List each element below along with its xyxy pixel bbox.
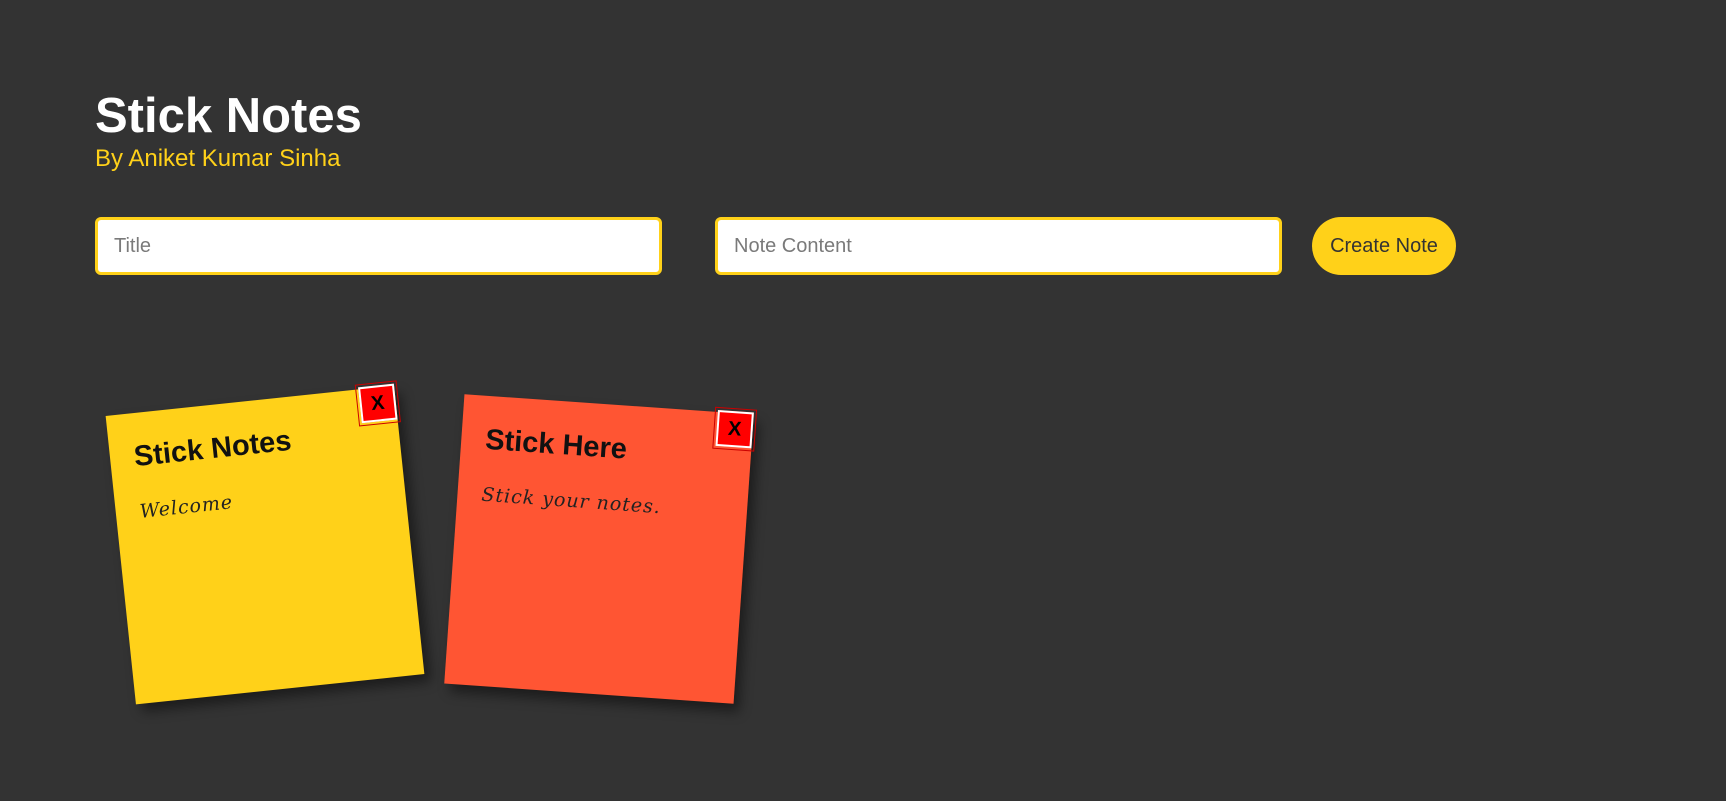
page-header: Stick Notes By Aniket Kumar Sinha — [95, 88, 362, 174]
page-title: Stick Notes — [95, 89, 362, 143]
delete-note-button[interactable]: X — [354, 380, 401, 427]
note-content: Welcome — [138, 491, 235, 523]
note-content: Stick your notes. — [480, 483, 662, 519]
author-subtitle: By Aniket Kumar Sinha — [95, 145, 341, 172]
note-title: Stick Notes — [132, 424, 293, 474]
title-input[interactable] — [95, 217, 662, 275]
note-title: Stick Here — [484, 423, 628, 466]
note-content-input[interactable] — [715, 217, 1282, 275]
sticky-note[interactable]: Stick Here Stick your notes. X — [444, 394, 758, 704]
sticky-note[interactable]: Stick Notes Welcome X — [105, 380, 425, 705]
delete-note-button[interactable]: X — [712, 406, 758, 452]
create-note-button[interactable]: Create Note — [1312, 217, 1456, 275]
